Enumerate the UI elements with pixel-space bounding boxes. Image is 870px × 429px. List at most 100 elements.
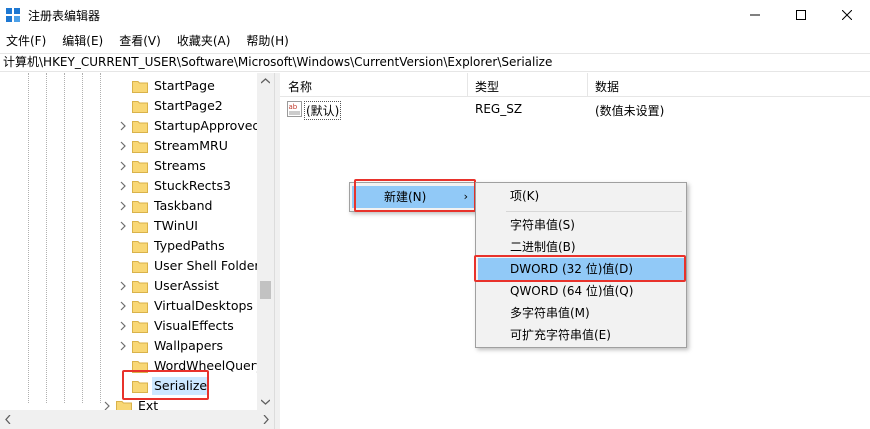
tree-item[interactable]: User Shell Folders (118, 256, 268, 276)
tree-item-label: VirtualDesktops (154, 298, 253, 313)
svg-text:ab: ab (289, 103, 298, 111)
menu-favorites[interactable]: 收藏夹(A) (171, 30, 237, 52)
tree-guide-line (46, 73, 47, 403)
minimize-icon (750, 14, 760, 16)
folder-icon (132, 341, 148, 353)
new-menu-highlight-box (354, 179, 476, 212)
tree-item-label: Streams (154, 158, 206, 173)
tree-item-label: VisualEffects (154, 318, 234, 333)
value-type: REG_SZ (475, 102, 523, 116)
chevron-right-icon[interactable] (118, 201, 128, 211)
tree-item[interactable]: StartPage (118, 76, 217, 96)
folder-icon (132, 181, 148, 193)
submenu-item-key[interactable]: 项(K) (478, 185, 684, 207)
minimize-button[interactable] (732, 0, 778, 30)
tree-guide-line (82, 73, 83, 403)
chevron-right-icon[interactable] (118, 121, 128, 131)
window-title: 注册表编辑器 (28, 9, 101, 23)
column-divider[interactable] (587, 73, 588, 97)
column-divider[interactable] (467, 73, 468, 97)
folder-icon (132, 261, 148, 273)
chevron-right-icon[interactable] (118, 221, 128, 231)
tree-scroll-thumb[interactable] (260, 281, 271, 299)
tree-item[interactable]: VisualEffects (118, 316, 236, 336)
scroll-up-icon[interactable] (261, 78, 270, 84)
column-header-data[interactable]: 数据 (595, 78, 619, 95)
tree-guide-line (100, 73, 101, 403)
tree-item[interactable]: UserAssist (118, 276, 221, 296)
value-row[interactable]: ab (默认) REG_SZ (数值未设置) (280, 99, 870, 120)
tree-item-label: StuckRects3 (154, 178, 231, 193)
tree-guide-line (28, 73, 29, 403)
tree-item[interactable]: TWinUI (118, 216, 200, 236)
title-bar: 注册表编辑器 (0, 0, 870, 30)
chevron-right-icon[interactable] (118, 181, 128, 191)
menu-view[interactable]: 查看(V) (113, 30, 167, 52)
tree-guide-line (64, 73, 65, 403)
submenu-item-qword[interactable]: QWORD (64 位)值(Q) (478, 280, 684, 302)
address-bar[interactable]: 计算机\HKEY_CURRENT_USER\Software\Microsoft… (0, 53, 870, 72)
tree-item-label: UserAssist (154, 278, 219, 293)
tree-item[interactable]: Taskband (118, 196, 214, 216)
folder-icon (132, 101, 148, 113)
tree-item-label: StartPage2 (154, 98, 223, 113)
folder-icon (132, 241, 148, 253)
chevron-right-icon[interactable] (118, 341, 128, 351)
tree-item[interactable]: StuckRects3 (118, 176, 233, 196)
value-data: (数值未设置) (595, 104, 665, 118)
chevron-right-icon[interactable] (118, 281, 128, 291)
close-button[interactable] (824, 0, 870, 30)
tree-horizontal-scrollbar[interactable] (0, 410, 274, 429)
tree-item-label: StreamMRU (154, 138, 228, 153)
chevron-right-icon[interactable] (118, 161, 128, 171)
submenu-item-multi-string[interactable]: 多字符串值(M) (478, 302, 684, 324)
column-header-name[interactable]: 名称 (288, 78, 312, 95)
tree-item-label: TWinUI (154, 218, 198, 233)
menu-file[interactable]: 文件(F) (0, 30, 52, 52)
menu-bar: 文件(F) 编辑(E) 查看(V) 收藏夹(A) 帮助(H) (0, 30, 870, 52)
chevron-right-icon[interactable] (118, 141, 128, 151)
scroll-right-icon[interactable] (263, 415, 269, 424)
folder-icon (132, 121, 148, 133)
tree-item[interactable]: TypedPaths (118, 236, 227, 256)
list-header: 名称 类型 数据 (280, 73, 870, 97)
tree-item[interactable]: VirtualDesktops (118, 296, 255, 316)
folder-icon (132, 321, 148, 333)
folder-icon (132, 81, 148, 93)
maximize-icon (796, 10, 806, 20)
folder-icon (132, 161, 148, 173)
folder-icon (132, 221, 148, 233)
chevron-right-icon[interactable] (118, 301, 128, 311)
folder-icon (132, 201, 148, 213)
maximize-button[interactable] (778, 0, 824, 30)
string-value-icon: ab (287, 101, 302, 117)
tree-vertical-scrollbar[interactable] (257, 73, 274, 410)
scroll-left-icon[interactable] (5, 415, 11, 424)
menu-edit[interactable]: 编辑(E) (56, 30, 109, 52)
folder-icon (132, 281, 148, 293)
serialize-highlight-box (122, 370, 209, 400)
submenu-item-expandable-string[interactable]: 可扩充字符串值(E) (478, 324, 684, 346)
tree-item[interactable]: Wallpapers (118, 336, 225, 356)
tree-item-label: User Shell Folders (154, 258, 267, 273)
tree-item-label: Taskband (154, 198, 213, 213)
close-icon (842, 10, 852, 20)
dword-highlight-box (474, 255, 686, 282)
menu-help[interactable]: 帮助(H) (240, 30, 294, 52)
tree-item[interactable]: StreamMRU (118, 136, 230, 156)
submenu-item-string[interactable]: 字符串值(S) (478, 214, 684, 236)
value-name: (默认) (304, 101, 342, 120)
column-header-type[interactable]: 类型 (475, 78, 499, 95)
chevron-right-icon[interactable] (118, 321, 128, 331)
tree-item-label: StartPage (154, 78, 215, 93)
tree-item[interactable]: Streams (118, 156, 208, 176)
tree-item-label: TypedPaths (154, 238, 225, 253)
scroll-down-icon[interactable] (261, 399, 270, 405)
folder-icon (132, 301, 148, 313)
tree-item[interactable]: StartupApproved (118, 116, 262, 136)
tree-item[interactable]: StartPage2 (118, 96, 225, 116)
